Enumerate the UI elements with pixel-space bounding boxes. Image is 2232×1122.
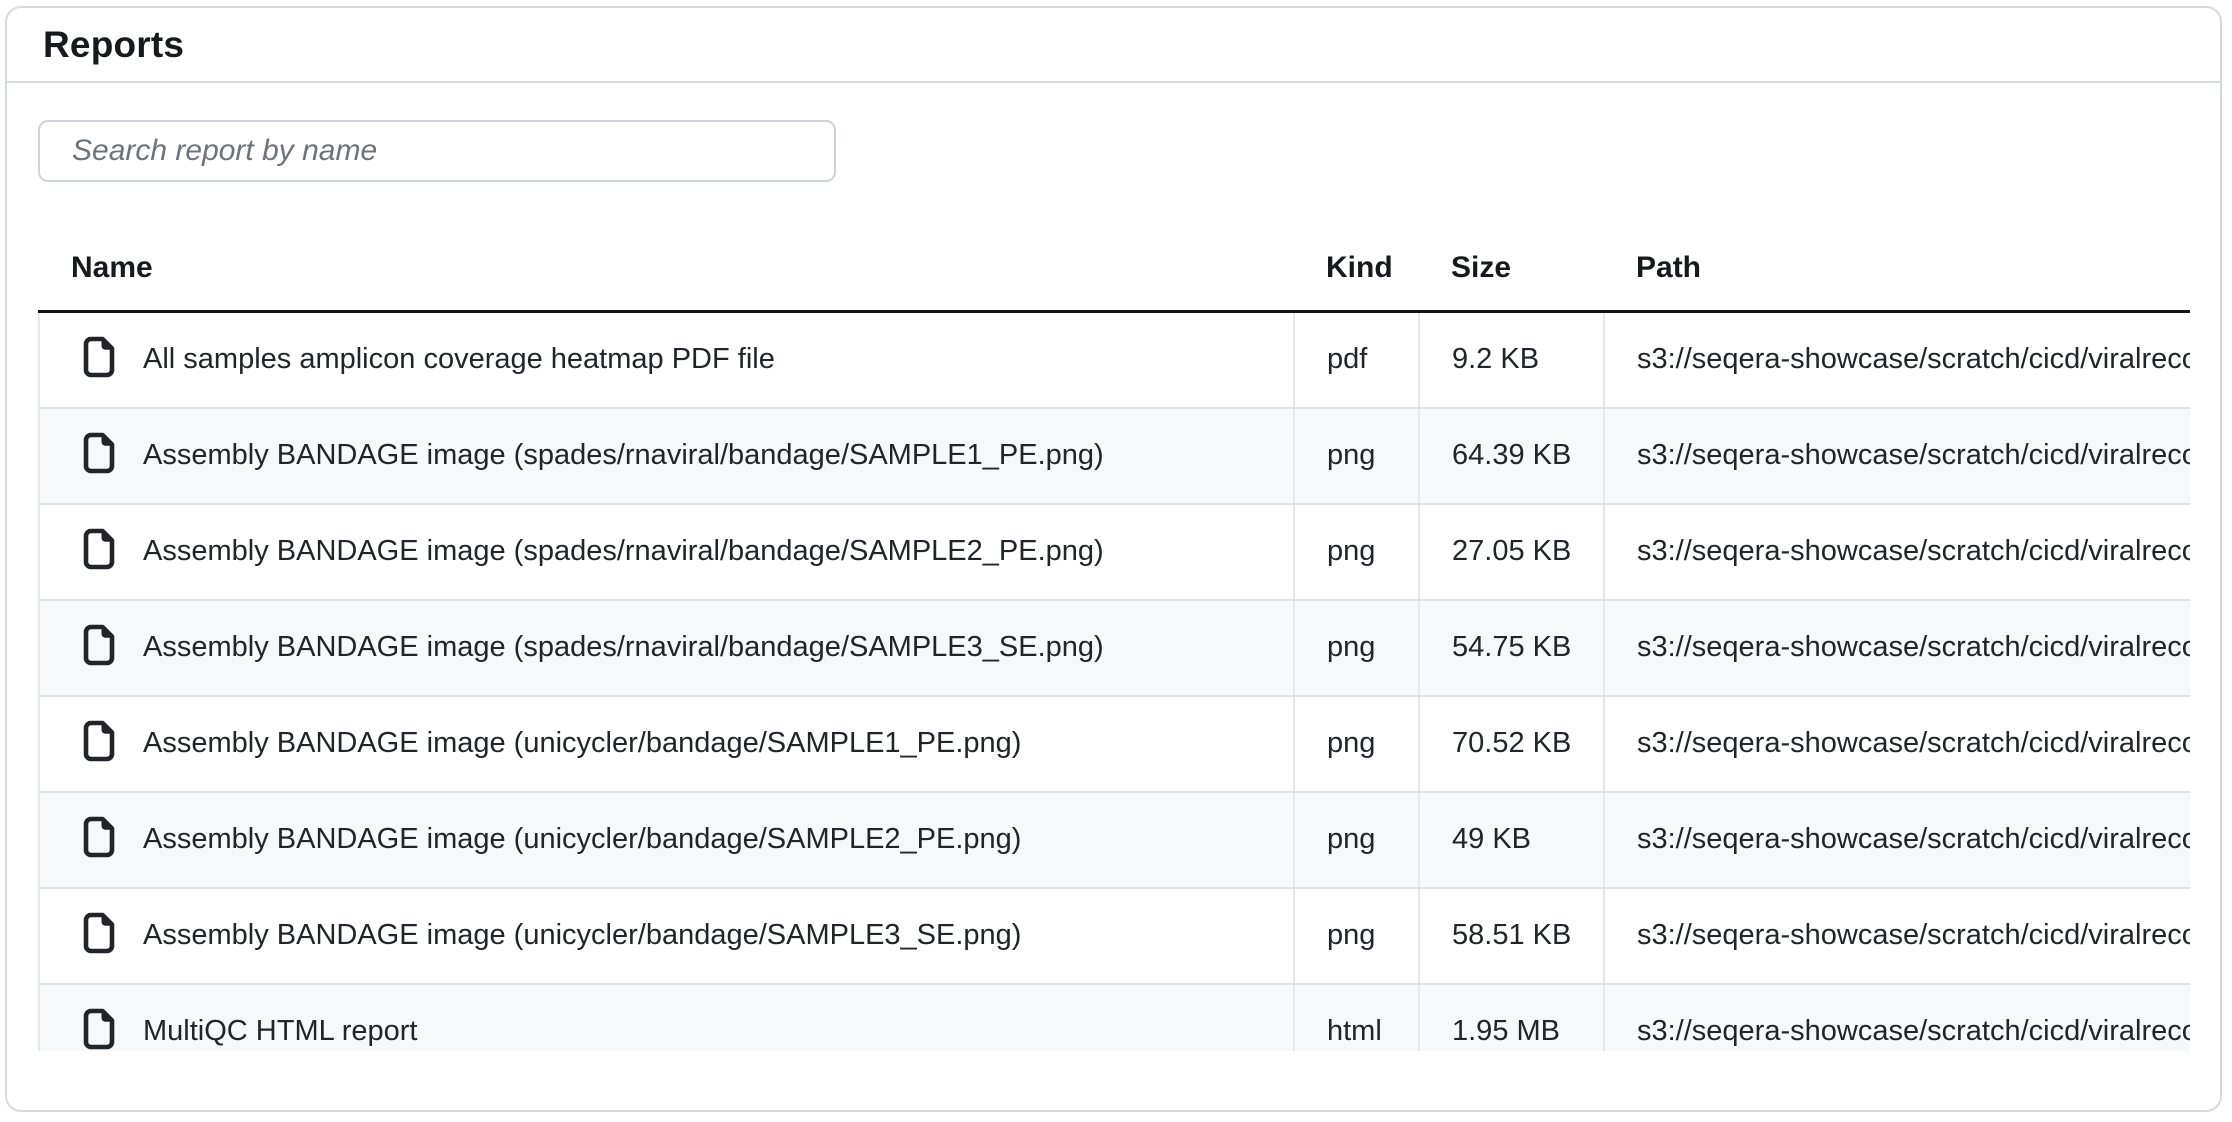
search-input[interactable]: [38, 120, 836, 182]
report-kind: png: [1294, 792, 1419, 888]
report-kind: html: [1294, 984, 1419, 1052]
report-kind: pdf: [1294, 312, 1419, 408]
report-path: s3://seqera-showcase/scratch/cicd/viralr…: [1604, 984, 2190, 1052]
report-size: 9.2 KB: [1419, 312, 1604, 408]
table-row[interactable]: Assembly BANDAGE image (spades/rnaviral/…: [39, 504, 2190, 600]
report-path: s3://seqera-showcase/scratch/cicd/viralr…: [1604, 792, 2190, 888]
report-name-cell: All samples amplicon coverage heatmap PD…: [39, 312, 1294, 408]
reports-table: Name Kind Size Path All samples amplicon…: [38, 210, 2190, 1051]
table-header-row: Name Kind Size Path: [39, 210, 2190, 312]
column-header-kind: Kind: [1294, 210, 1419, 312]
panel-header: Reports: [7, 8, 2220, 83]
table-scroll-area[interactable]: Name Kind Size Path All samples amplicon…: [38, 210, 2190, 1051]
column-header-path: Path: [1604, 210, 2190, 312]
report-size: 54.75 KB: [1419, 600, 1604, 696]
report-size: 64.39 KB: [1419, 408, 1604, 504]
report-path: s3://seqera-showcase/scratch/cicd/viralr…: [1604, 408, 2190, 504]
table-row[interactable]: All samples amplicon coverage heatmap PD…: [39, 312, 2190, 408]
report-name: Assembly BANDAGE image (unicycler/bandag…: [143, 727, 1021, 759]
report-path: s3://seqera-showcase/scratch/cicd/viralr…: [1604, 312, 2190, 408]
reports-panel: Reports Name Kind Size Path: [5, 6, 2222, 1112]
report-name-cell: Assembly BANDAGE image (unicycler/bandag…: [39, 792, 1294, 888]
report-name: Assembly BANDAGE image (spades/rnaviral/…: [143, 439, 1104, 471]
report-name-cell: Assembly BANDAGE image (spades/rnaviral/…: [39, 408, 1294, 504]
report-size: 58.51 KB: [1419, 888, 1604, 984]
report-path: s3://seqera-showcase/scratch/cicd/viralr…: [1604, 600, 2190, 696]
report-path: s3://seqera-showcase/scratch/cicd/viralr…: [1604, 888, 2190, 984]
file-icon: [82, 624, 116, 666]
file-icon: [82, 912, 116, 954]
table-row[interactable]: Assembly BANDAGE image (spades/rnaviral/…: [39, 600, 2190, 696]
table-row[interactable]: Assembly BANDAGE image (spades/rnaviral/…: [39, 408, 2190, 504]
report-name: MultiQC HTML report: [143, 1015, 417, 1047]
table-body: All samples amplicon coverage heatmap PD…: [39, 312, 2190, 1052]
report-size: 27.05 KB: [1419, 504, 1604, 600]
report-path: s3://seqera-showcase/scratch/cicd/viralr…: [1604, 696, 2190, 792]
report-size: 49 KB: [1419, 792, 1604, 888]
panel-body: Name Kind Size Path All samples amplicon…: [7, 83, 2220, 1051]
table-row[interactable]: MultiQC HTML report html 1.95 MB s3://se…: [39, 984, 2190, 1052]
table-row[interactable]: Assembly BANDAGE image (unicycler/bandag…: [39, 696, 2190, 792]
report-path: s3://seqera-showcase/scratch/cicd/viralr…: [1604, 504, 2190, 600]
table-row[interactable]: Assembly BANDAGE image (unicycler/bandag…: [39, 888, 2190, 984]
file-icon: [82, 816, 116, 858]
report-size: 70.52 KB: [1419, 696, 1604, 792]
report-name: Assembly BANDAGE image (spades/rnaviral/…: [143, 631, 1104, 663]
file-icon: [82, 720, 116, 762]
file-icon: [82, 528, 116, 570]
file-icon: [82, 1008, 116, 1050]
report-size: 1.95 MB: [1419, 984, 1604, 1052]
report-name: Assembly BANDAGE image (spades/rnaviral/…: [143, 535, 1104, 567]
table-row[interactable]: Assembly BANDAGE image (unicycler/bandag…: [39, 792, 2190, 888]
report-name-cell: Assembly BANDAGE image (spades/rnaviral/…: [39, 504, 1294, 600]
report-kind: png: [1294, 504, 1419, 600]
report-kind: png: [1294, 888, 1419, 984]
report-kind: png: [1294, 696, 1419, 792]
column-header-size: Size: [1419, 210, 1604, 312]
column-header-name: Name: [39, 210, 1294, 312]
report-kind: png: [1294, 408, 1419, 504]
report-kind: png: [1294, 600, 1419, 696]
report-name-cell: Assembly BANDAGE image (spades/rnaviral/…: [39, 600, 1294, 696]
report-name: Assembly BANDAGE image (unicycler/bandag…: [143, 823, 1021, 855]
report-name-cell: Assembly BANDAGE image (unicycler/bandag…: [39, 696, 1294, 792]
report-name: Assembly BANDAGE image (unicycler/bandag…: [143, 919, 1021, 951]
report-name-cell: MultiQC HTML report: [39, 984, 1294, 1052]
report-name-cell: Assembly BANDAGE image (unicycler/bandag…: [39, 888, 1294, 984]
page-title: Reports: [43, 24, 184, 66]
report-name: All samples amplicon coverage heatmap PD…: [143, 343, 775, 375]
file-icon: [82, 336, 116, 378]
file-icon: [82, 432, 116, 474]
